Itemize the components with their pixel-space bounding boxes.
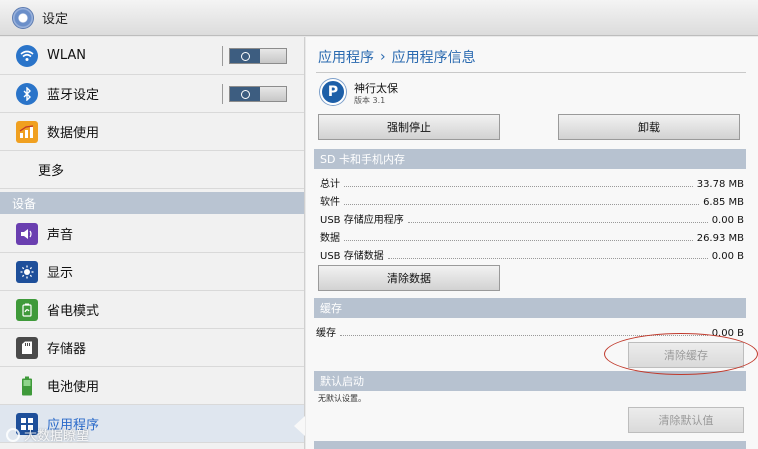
data-usage-icon	[16, 120, 38, 143]
breadcrumb-parent[interactable]: 应用程序	[318, 47, 374, 67]
watermark-logo-icon	[6, 427, 20, 442]
clear-cache-button[interactable]: 清除缓存	[628, 342, 744, 368]
storage-row-software: 软件 6.85 MB	[320, 197, 744, 208]
app-info-pane: 应用程序 › 应用程序信息 P 神行太保 版本 3.1 强制停止 卸载 SD 卡…	[306, 37, 758, 449]
toggle-separator	[222, 46, 223, 66]
sidebar-item-label: 声音	[47, 228, 74, 243]
storage-row-total: 总计 33.78 MB	[320, 179, 744, 190]
wifi-icon	[16, 44, 38, 67]
breadcrumb-underline	[316, 72, 746, 73]
toggle-separator	[222, 84, 223, 104]
sidebar-item-label: WLAN	[47, 48, 87, 63]
sidebar-item-label: 显示	[47, 266, 74, 281]
force-stop-button[interactable]: 强制停止	[318, 114, 500, 140]
sidebar-item-display[interactable]: 显示	[0, 253, 304, 291]
app-version: 版本 3.1	[354, 96, 386, 105]
breadcrumb: 应用程序 › 应用程序信息	[318, 47, 476, 67]
bluetooth-icon	[16, 82, 38, 105]
sidebar-item-label: 数据使用	[47, 126, 100, 141]
clear-data-button[interactable]: 清除数据	[318, 265, 500, 291]
sidebar-item-label: 电池使用	[47, 380, 100, 395]
bluetooth-toggle[interactable]	[222, 84, 287, 104]
sidebar-item-wlan[interactable]: WLAN	[0, 37, 304, 75]
watermark: 大数据瞭望	[6, 425, 89, 444]
no-default-note: 无默认设置。	[318, 394, 366, 403]
sidebar-item-data-usage[interactable]: 数据使用	[0, 113, 304, 151]
title-bar: 设定	[0, 0, 758, 36]
settings-gear-icon	[12, 6, 34, 29]
sidebar-item-more[interactable]: 更多	[0, 151, 304, 189]
cache-row: 缓存 0.00 B	[316, 328, 744, 339]
section-header-device: 设备	[0, 192, 304, 214]
storage-icon	[16, 336, 38, 359]
window-title: 设定	[42, 12, 69, 27]
next-section-header	[314, 441, 746, 449]
storage-row-data: 数据 26.93 MB	[320, 233, 744, 244]
wlan-toggle[interactable]	[222, 46, 287, 66]
default-launch-section-header: 默认启动	[314, 371, 746, 391]
sidebar-item-storage[interactable]: 存储器	[0, 329, 304, 367]
breadcrumb-current: 应用程序信息	[391, 50, 476, 66]
sidebar-item-bluetooth[interactable]: 蓝牙设定	[0, 75, 304, 113]
uninstall-button[interactable]: 卸载	[558, 114, 740, 140]
app-name: 神行太保	[354, 82, 398, 95]
sidebar-item-label: 更多	[38, 164, 65, 179]
storage-row-usb-data: USB 存储数据 0.00 B	[320, 251, 744, 262]
app-icon: P	[320, 79, 346, 105]
sidebar-item-battery[interactable]: 电池使用	[0, 367, 304, 405]
sidebar-item-power-saving[interactable]: 省电模式	[0, 291, 304, 329]
sound-icon	[16, 222, 38, 245]
sidebar-item-label: 省电模式	[47, 304, 100, 319]
sidebar-item-sound[interactable]: 声音	[0, 215, 304, 253]
battery-icon	[16, 375, 38, 397]
sidebar-item-label: 存储器	[47, 342, 87, 357]
watermark-text: 大数据瞭望	[24, 429, 90, 444]
storage-row-usb-app: USB 存储应用程序 0.00 B	[320, 215, 744, 226]
storage-section-header: SD 卡和手机内存	[314, 149, 746, 169]
pane-divider	[304, 37, 305, 449]
display-icon	[16, 260, 38, 283]
cache-section-header: 缓存	[314, 298, 746, 318]
settings-sidebar: WLAN 蓝牙设定 数据使用 更多 设备 声音 显示 省电模式 存储器 电池使用…	[0, 37, 304, 449]
selection-pointer	[294, 416, 305, 436]
breadcrumb-separator: ›	[380, 49, 386, 65]
clear-defaults-button[interactable]: 清除默认值	[628, 407, 744, 433]
power-saving-icon	[16, 298, 38, 321]
sidebar-item-label: 蓝牙设定	[47, 88, 100, 103]
